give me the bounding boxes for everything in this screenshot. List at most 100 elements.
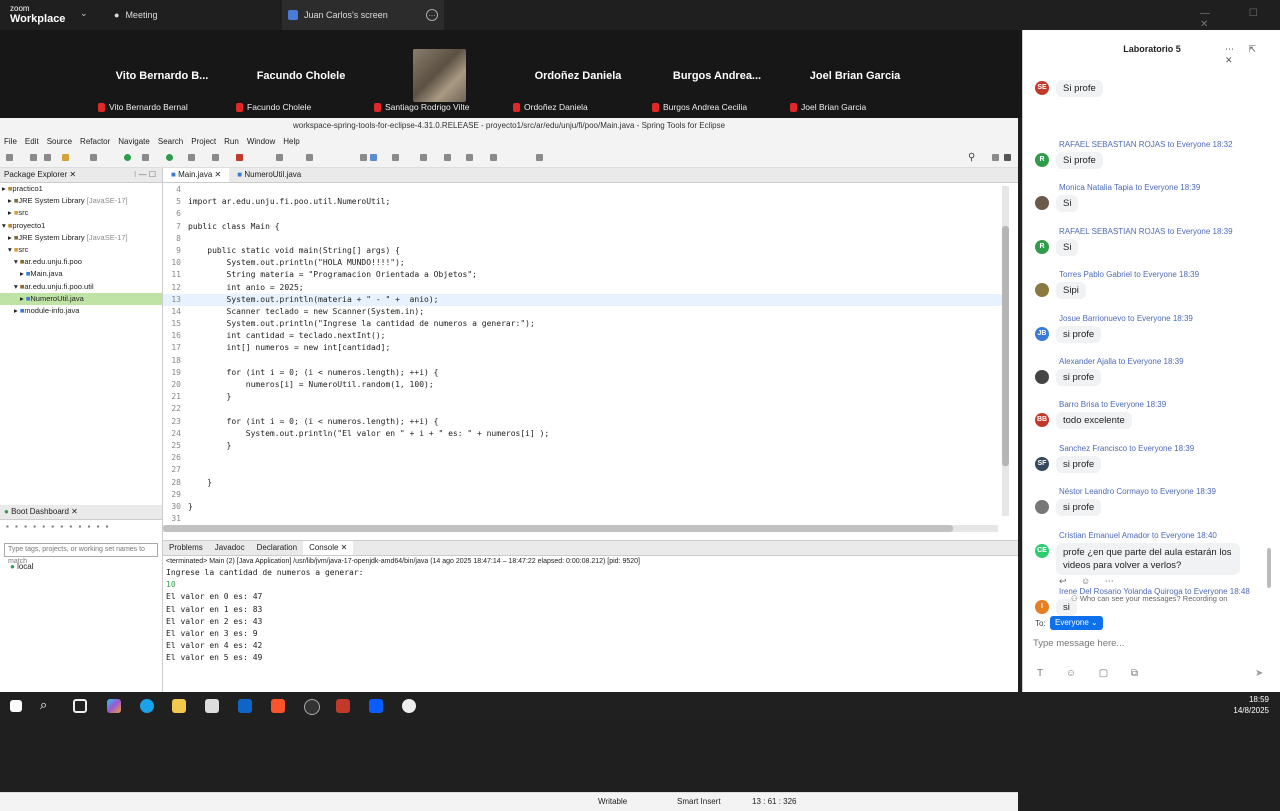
chat-message[interactable]: SF Sanchez Francisco to Everyone 18:39 si …	[1023, 444, 1280, 486]
brave-icon[interactable]	[271, 699, 285, 713]
java-perspective-icon[interactable]	[1004, 154, 1011, 161]
zoom-icon[interactable]	[369, 699, 383, 713]
new-icon[interactable]	[6, 154, 13, 161]
tab-declaration[interactable]: Declaration	[251, 541, 303, 555]
code-line[interactable]: 30}	[163, 501, 1003, 513]
chat-message[interactable]: R RAFAEL SEBASTIAN ROJAS to Everyone 18:3…	[1023, 140, 1280, 182]
mark-occurrences-icon[interactable]	[370, 154, 377, 161]
menu-item[interactable]: Navigate	[114, 137, 154, 146]
chat-header-actions[interactable]: ⋯ ⇱ ✕	[1225, 44, 1280, 66]
view-menu-icon[interactable]: ⁝ — ☐	[134, 168, 156, 182]
edge-icon[interactable]	[140, 699, 154, 713]
code-area[interactable]: 4 5 import ar.edu.unju.fi.poo.util.NumeroU…	[163, 184, 1003, 525]
app-icon[interactable]	[402, 699, 416, 713]
menu-item[interactable]: File	[0, 137, 21, 146]
tree-item-numeroutil-java[interactable]: ▸ ■NumeroUtil.java	[0, 292, 162, 305]
undo-icon[interactable]	[62, 154, 69, 161]
tab-numeroutil-java[interactable]: ■ NumeroUtil.java	[229, 168, 309, 182]
code-line[interactable]: 21 }	[163, 391, 1003, 403]
menu-item[interactable]: Window	[243, 137, 279, 146]
task-view-icon[interactable]	[73, 699, 87, 713]
reaction-actions[interactable]: ↩ ☺ ⋯	[1059, 576, 1120, 587]
run-icon[interactable]	[166, 154, 173, 161]
tree-item-module-info[interactable]: ▸ ■module-info.java	[0, 305, 162, 317]
code-line[interactable]: 12 int anio = 2025;	[163, 282, 1003, 294]
tree-item-practico1[interactable]: ▸ ■practico1	[0, 183, 162, 195]
code-line[interactable]: 5 import ar.edu.unju.fi.poo.util.NumeroUt…	[163, 196, 1003, 208]
copilot-icon[interactable]	[107, 699, 121, 713]
close-icon[interactable]: ✕	[69, 170, 76, 179]
chat-message[interactable]: CE Cristian Emanuel Amador to Everyone 18…	[1023, 531, 1280, 575]
message-input[interactable]: Type message here...	[1033, 636, 1269, 652]
spring-boot-icon[interactable]	[124, 154, 131, 161]
code-line[interactable]: 8	[163, 233, 1003, 245]
code-line[interactable]: 27	[163, 464, 1003, 476]
tab-problems[interactable]: Problems	[163, 541, 209, 555]
console-output[interactable]: Ingrese la cantidad de numeros a generar…	[163, 567, 1018, 665]
chat-message[interactable]: JB Josue Barrionuevo to Everyone 18:39 si …	[1023, 314, 1280, 356]
editor-horizontal-scrollbar[interactable]	[163, 525, 998, 532]
code-line[interactable]: 7 public class Main {	[163, 221, 1003, 233]
code-line[interactable]: 16 int cantidad = teclado.nextInt();	[163, 330, 1003, 342]
external-tools-icon[interactable]	[212, 154, 219, 161]
window-controls[interactable]: — ☐ ✕	[1200, 8, 1280, 30]
code-line[interactable]: 11 String materia = "Programacion Orient…	[163, 269, 1003, 281]
tree-item-jre[interactable]: ▸ ■JRE System Library [JavaSE-17]	[0, 232, 162, 244]
toggle-icon[interactable]	[392, 154, 399, 161]
chat-message[interactable]: R RAFAEL SEBASTIAN ROJAS to Everyone 18:3…	[1023, 227, 1280, 269]
tree-item-proyecto1[interactable]: ▾ ■proyecto1	[0, 220, 162, 232]
perspective-icon[interactable]	[992, 154, 999, 161]
start-icon[interactable]	[10, 700, 22, 712]
tab-console[interactable]: Console ✕	[303, 541, 354, 555]
boot-filter-input[interactable]: Type tags, projects, or working set name…	[4, 543, 158, 565]
obs-icon[interactable]	[304, 699, 320, 715]
search-icon[interactable]: ⌕	[40, 697, 47, 713]
more-options-icon[interactable]: …	[426, 9, 438, 21]
code-line[interactable]: 28 }	[163, 477, 1003, 489]
editor-vertical-scrollbar[interactable]	[1002, 186, 1009, 516]
pin-icon[interactable]	[536, 154, 543, 161]
stop-icon[interactable]	[236, 154, 243, 161]
outlook-icon[interactable]	[238, 699, 252, 713]
tree-item-package[interactable]: ▾ ■ar.edu.unju.fi.poo	[0, 256, 162, 268]
chevron-down-icon[interactable]: ⌄	[80, 8, 88, 19]
recipient-dropdown[interactable]: Everyone ⌄	[1050, 616, 1103, 630]
code-line[interactable]: 29	[163, 489, 1003, 501]
save-icon[interactable]	[30, 154, 37, 161]
menu-item[interactable]: Source	[43, 137, 76, 146]
send-icon[interactable]: ➤	[1255, 668, 1263, 679]
menu-item[interactable]: Refactor	[76, 137, 114, 146]
terminal-icon[interactable]	[90, 154, 97, 161]
menu-item[interactable]: Help	[279, 137, 303, 146]
save-all-icon[interactable]	[44, 154, 51, 161]
menu-item[interactable]: Project	[187, 137, 220, 146]
code-line[interactable]: 10 System.out.println("HOLA MUNDO!!!!");	[163, 257, 1003, 269]
code-line[interactable]: 19 for (int i = 0; (i < numeros.length);…	[163, 367, 1003, 379]
dashboard-toolbar[interactable]: ▪ ▪ ▪ ▪ ▪ ▪ ▪ ▪ ▪ ▪ ▪ ▪	[0, 520, 162, 538]
code-line[interactable]: 14 Scanner teclado = new Scanner(System.…	[163, 306, 1003, 318]
code-line[interactable]: 17 int[] numeros = new int[cantidad];	[163, 342, 1003, 354]
chat-message[interactable]: Néstor Leandro Cormayo to Everyone 18:39…	[1023, 487, 1280, 529]
code-line[interactable]: 24 System.out.println("El valor en " + i…	[163, 428, 1003, 440]
menu-item[interactable]: Search	[154, 137, 187, 146]
tab-meeting[interactable]: ● Meeting	[114, 0, 157, 30]
code-line[interactable]: 22	[163, 403, 1003, 415]
chat-message[interactable]: Monica Natalia Tapia to Everyone 18:39 Si	[1023, 183, 1280, 225]
tab-main-java[interactable]: ■ Main.java ✕	[163, 168, 230, 182]
forward-icon[interactable]	[490, 154, 497, 161]
intellij-icon[interactable]	[336, 699, 350, 713]
tree-item-src[interactable]: ▾ ■src	[0, 244, 162, 256]
search-icon[interactable]: ⚲	[968, 152, 975, 163]
close-icon[interactable]: ✕	[71, 507, 78, 516]
next-annotation-icon[interactable]	[420, 154, 427, 161]
chat-message[interactable]: Torres Pablo Gabriel to Everyone 18:39 Si…	[1023, 270, 1280, 312]
boot-local-item[interactable]: ● local	[0, 562, 162, 571]
chat-message[interactable]: BB Barro Brisa to Everyone 18:39 todo exce…	[1023, 400, 1280, 442]
tree-item-package[interactable]: ▾ ■ar.edu.unju.fi.poo.util	[0, 281, 162, 293]
prev-annotation-icon[interactable]	[444, 154, 451, 161]
menu-item[interactable]: Run	[220, 137, 243, 146]
code-line[interactable]: 18	[163, 355, 1003, 367]
code-line[interactable]: 15 System.out.println("Ingrese la cantid…	[163, 318, 1003, 330]
open-type-icon[interactable]	[306, 154, 313, 161]
composer-tools[interactable]: T ☺ ▢ ⧉	[1037, 668, 1148, 679]
